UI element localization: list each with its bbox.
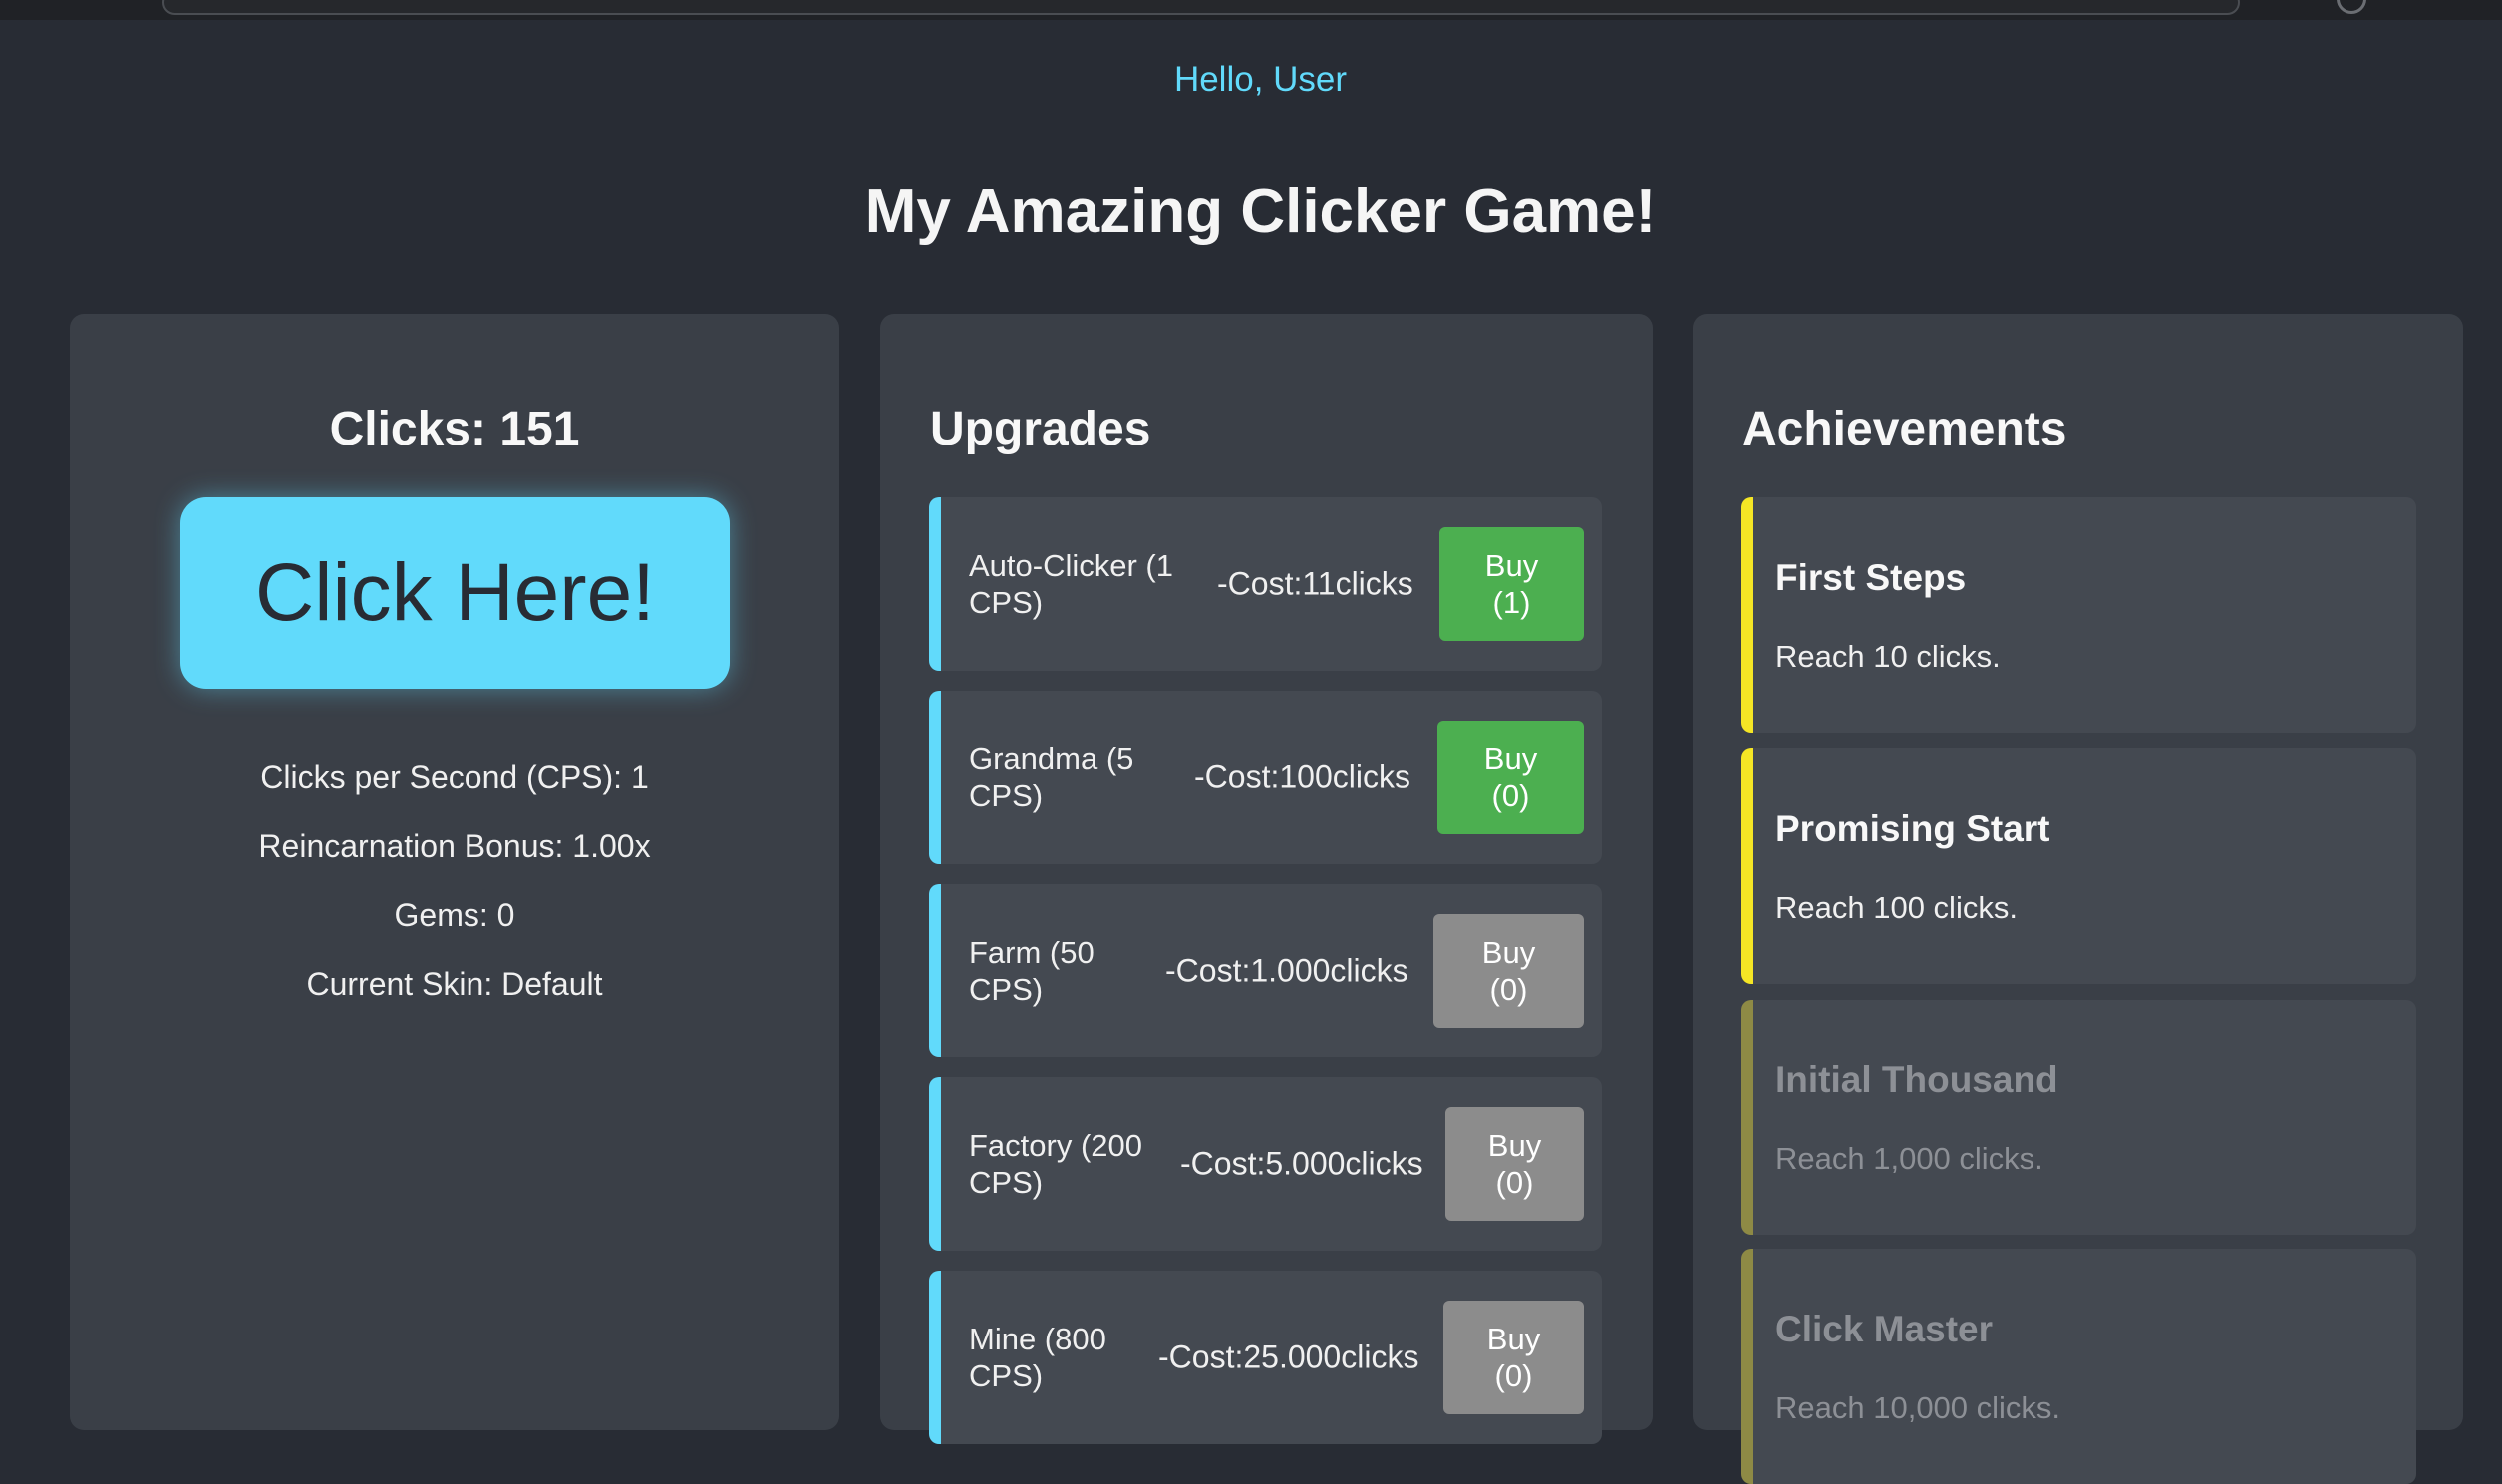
- achievement-name: Promising Start: [1775, 808, 2050, 849]
- upgrades-heading: Upgrades: [930, 403, 1151, 455]
- achievement-initial-thousand: Initial Thousand Reach 1,000 clicks.: [1741, 1000, 2416, 1235]
- upgrade-name: Auto-Clicker (1 CPS): [969, 548, 1173, 620]
- upgrade-name: Factory (200 CPS): [969, 1128, 1143, 1200]
- achievement-click-master: Click Master Reach 10,000 clicks.: [1741, 1249, 2416, 1484]
- browser-top-bar: [0, 0, 2502, 20]
- upgrade-name: Grandma (5 CPS): [969, 742, 1134, 813]
- buy-grandma-button[interactable]: Buy (0): [1437, 721, 1584, 834]
- gems-stat: Gems: 0: [394, 897, 515, 933]
- achievement-promising-start: Promising Start Reach 100 clicks.: [1741, 748, 2416, 984]
- address-bar[interactable]: [162, 0, 2240, 15]
- buy-farm-button[interactable]: Buy (0): [1433, 914, 1584, 1028]
- upgrade-cost: -Cost:11clicks: [1217, 565, 1413, 602]
- upgrade-name: Farm (50 CPS): [969, 935, 1095, 1007]
- buy-mine-button[interactable]: Buy (0): [1443, 1301, 1584, 1414]
- upgrade-name: Mine (800 CPS): [969, 1322, 1106, 1393]
- upgrade-cost: -Cost:1.000clicks: [1165, 952, 1408, 989]
- upgrade-factory: Factory (200 CPS) -Cost:5.000clicks Buy(…: [929, 1077, 1602, 1251]
- achievement-name: Click Master: [1775, 1309, 1993, 1349]
- buy-factory-button[interactable]: Buy (0): [1445, 1107, 1584, 1221]
- user-greeting: Hello, User: [1173, 60, 1348, 99]
- achievement-name: First Steps: [1775, 557, 1967, 598]
- clicks-counter: Clicks: 151: [329, 403, 580, 455]
- buy-auto-clicker-button[interactable]: Buy (1): [1439, 527, 1584, 641]
- achievements-heading: Achievements: [1742, 403, 2067, 455]
- cps-stat: Clicks per Second (CPS): 1: [260, 759, 649, 795]
- click-here-button[interactable]: Click Here!: [180, 497, 730, 689]
- upgrade-mine: Mine (800 CPS) -Cost:25.000clicks Buy (0): [929, 1271, 1602, 1444]
- upgrades-panel: Upgrades Auto-Clicker (1 CPS) -Cost:11cl…: [880, 314, 1653, 1444]
- upgrade-farm: Farm (50 CPS) -Cost:1.000clicks Buy (0): [929, 884, 1602, 1057]
- achievement-name: Initial Thousand: [1775, 1059, 2058, 1100]
- game-app: Hello, User My Amazing Clicker Game! Cli…: [6, 20, 2502, 1484]
- achievement-first-steps: First Steps Reach 10 clicks.: [1741, 497, 2416, 733]
- upgrade-auto-clicker: Auto-Clicker (1 CPS) -Cost:11clicks Buy(…: [929, 497, 1602, 671]
- achievements-panel: Achievements First Steps Reach 10 clicks…: [1693, 314, 2463, 1484]
- achievement-description: Reach 1,000 clicks.: [1775, 1141, 2043, 1176]
- upgrade-cost: -Cost:100clicks: [1194, 758, 1410, 795]
- upgrade-cost: -Cost:25.000clicks: [1158, 1338, 1419, 1375]
- clicker-panel: Clicks: 151 Click Here! Clicks per Secon…: [70, 314, 839, 1430]
- profile-icon[interactable]: [2337, 0, 2366, 14]
- upgrade-grandma: Grandma (5 CPS) -Cost:100clicks Buy (0): [929, 691, 1602, 864]
- game-title: My Amazing Clicker Game!: [864, 177, 1657, 246]
- reincarnation-bonus-stat: Reincarnation Bonus: 1.00x: [258, 828, 651, 864]
- upgrade-cost: -Cost:5.000clicks: [1180, 1145, 1423, 1182]
- achievement-description: Reach 10,000 clicks.: [1775, 1390, 2061, 1425]
- current-skin-stat: Current Skin: Default: [306, 966, 603, 1002]
- achievement-description: Reach 100 clicks.: [1775, 890, 2018, 925]
- achievement-description: Reach 10 clicks.: [1775, 639, 2001, 674]
